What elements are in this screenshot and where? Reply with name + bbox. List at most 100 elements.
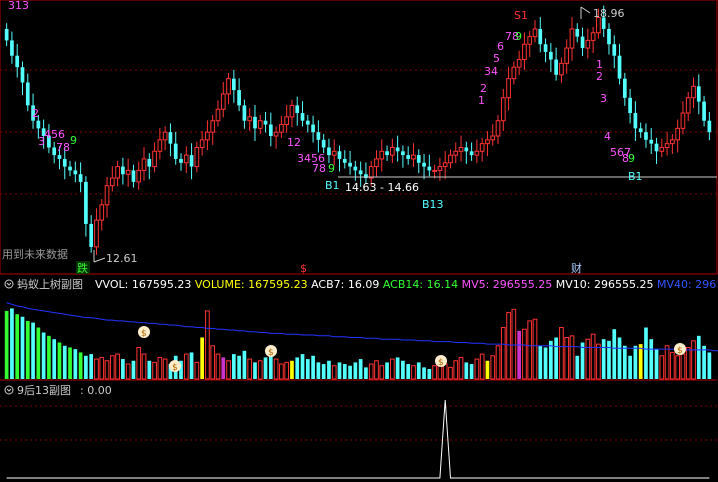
tag-die: 跌 <box>77 261 88 275</box>
volume-bar <box>247 358 253 380</box>
candle-body <box>406 155 411 159</box>
volume-bar <box>337 362 342 379</box>
volume-bar <box>442 363 448 380</box>
candle-body <box>316 132 321 140</box>
candle-body <box>78 174 83 182</box>
candle-body <box>458 146 464 152</box>
candle-body <box>654 143 659 152</box>
candle-body <box>538 28 543 45</box>
candle-body <box>84 181 88 224</box>
volume-bar <box>68 347 72 379</box>
candle-body <box>179 158 183 163</box>
volume-bar <box>273 358 279 380</box>
volume-bar <box>385 362 389 379</box>
volume-bar <box>522 328 527 380</box>
volume-bar <box>575 355 580 379</box>
volume-bar <box>157 356 163 380</box>
candle-body <box>115 166 120 179</box>
volume-field: ACB7: 16.09 <box>308 278 380 291</box>
volume-bar <box>675 355 681 380</box>
volume-bar <box>601 339 606 379</box>
candle-body <box>173 143 178 159</box>
volume-bar <box>527 320 533 380</box>
volume-bar <box>109 355 115 380</box>
money-bag-icon: $ <box>138 326 150 339</box>
candle-body <box>649 139 654 144</box>
count-up-6: 6 <box>497 40 504 53</box>
volume-bar <box>590 333 596 380</box>
volume-bar <box>500 327 506 380</box>
candle-body <box>73 170 78 175</box>
volume-bar <box>659 355 665 380</box>
candle-body <box>331 150 337 156</box>
candle-body <box>516 59 522 68</box>
volume-bar <box>559 327 564 380</box>
volume-bar <box>511 308 517 380</box>
volume-bar <box>253 362 257 379</box>
candle-body <box>554 59 558 75</box>
candle-body <box>612 44 617 56</box>
candle-body <box>189 155 194 167</box>
volume-panel-icon[interactable] <box>4 279 14 289</box>
max-price-label: 18.96 <box>593 7 625 20</box>
candle-body <box>490 135 496 141</box>
volume-bar <box>358 359 363 379</box>
candle-body <box>464 147 469 152</box>
volume-bar <box>432 365 437 380</box>
volume-bar <box>691 340 696 380</box>
volume-bar <box>348 365 352 379</box>
volume-bar <box>189 352 194 379</box>
volume-bar <box>543 347 548 379</box>
candle-body <box>337 151 342 159</box>
volume-bar <box>416 362 421 379</box>
candle-body <box>389 146 395 156</box>
volume-bar <box>549 340 553 379</box>
volume-bar <box>115 353 120 380</box>
candle-body <box>628 97 632 114</box>
candle-body <box>580 36 585 49</box>
support-line-label: 14.63 - 14.66 <box>345 181 419 194</box>
candle-body <box>368 166 374 179</box>
volume-bar <box>237 355 241 379</box>
count-dn-4: 4 <box>604 130 611 143</box>
candle-body <box>257 120 263 129</box>
candle-body <box>136 169 142 183</box>
candle-body <box>442 162 448 168</box>
svg-text:$: $ <box>438 358 444 368</box>
indicator-panel-icon[interactable] <box>4 385 14 395</box>
volume-bar <box>685 346 691 380</box>
count-2-left: 2 <box>32 107 39 120</box>
tag-cai: 财 <box>571 261 582 275</box>
volume-bar <box>422 367 426 379</box>
candle-body <box>633 113 638 129</box>
candle-body <box>385 151 389 156</box>
candle-body <box>168 132 173 144</box>
volume-bar <box>25 320 30 379</box>
volume-bar <box>532 318 538 380</box>
volume-bar <box>31 322 35 379</box>
volume-panel-title: 蚂蚁上树副图 <box>17 277 83 291</box>
volume-bar <box>290 360 294 379</box>
candle-body <box>247 116 253 122</box>
volume-bar <box>121 359 125 379</box>
candle-body <box>205 131 210 141</box>
candle-body <box>210 120 216 133</box>
volume-bar <box>353 362 358 379</box>
candle-body <box>268 124 273 136</box>
volume-bar <box>374 360 379 380</box>
volume-bar <box>89 354 94 379</box>
candle-body <box>469 151 474 156</box>
volume-bar <box>141 353 147 380</box>
volume-bar <box>427 369 432 379</box>
volume-bar <box>411 365 416 380</box>
volume-bar <box>205 310 210 380</box>
count-up-seq: 1 <box>478 94 485 107</box>
volume-bar <box>131 360 136 379</box>
candle-body <box>157 139 163 152</box>
volume-bar <box>638 344 643 379</box>
volume-bar <box>607 340 611 379</box>
candle-body <box>707 120 712 133</box>
candle-body <box>237 90 241 106</box>
candle-body <box>585 39 591 49</box>
stock-chart[interactable]: 313 用到未来数据 14.63 - 14.66 18.96 12.61 B1 … <box>0 0 718 482</box>
